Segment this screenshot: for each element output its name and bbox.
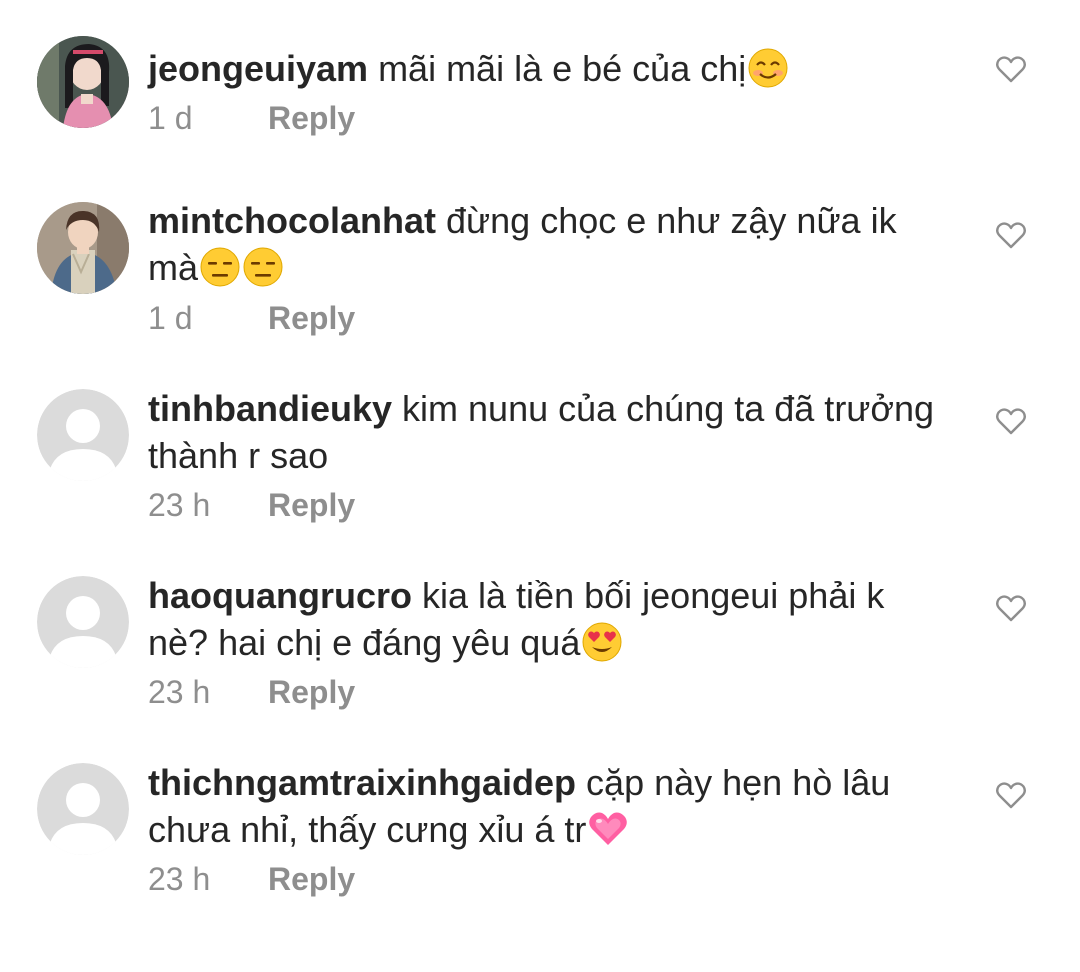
reply-button[interactable]: Reply [268,100,355,136]
comment-timestamp: 23 h [148,861,211,897]
pink-heart-emoji [589,812,628,845]
avatar[interactable] [37,202,129,294]
comment-username[interactable]: tinhbandieuky [148,388,392,429]
comment-text: thichngamtraixinhgaidep cặp này hẹn hò lâ… [148,759,948,853]
comment-text: mintchocolanhat đừng chọc e như zậy nữa i… [148,197,948,291]
comment-text: tinhbandieuky kim nunu của chúng ta đã tr… [148,385,948,479]
comment-username[interactable]: mintchocolanhat [148,200,436,241]
comment-meta: 1 d Reply [148,298,355,338]
default-user-icon[interactable] [37,763,129,855]
comment-meta: 1 d Reply [148,98,355,138]
heart-outline-icon[interactable] [995,593,1027,623]
comment-timestamp: 1 d [148,100,193,136]
comment-timestamp: 23 h [148,674,211,710]
reply-button[interactable]: Reply [268,861,355,897]
heart-eyes-emoji [582,622,622,662]
comment-meta: 23 h Reply [148,672,355,712]
comment-text: haoquangrucro kia là tiền bối jeongeui ph… [148,572,948,666]
heart-outline-icon[interactable] [995,780,1027,810]
heart-outline-icon[interactable] [995,220,1027,250]
avatar[interactable] [37,36,129,128]
comment-username[interactable]: haoquangrucro [148,575,412,616]
comment-timestamp: 1 d [148,300,193,336]
default-user-icon[interactable] [37,576,129,668]
comment-meta: 23 h Reply [148,485,355,525]
reply-button[interactable]: Reply [268,300,355,336]
comment-timestamp: 23 h [148,487,211,523]
comment-text: jeongeuiyam mãi mãi là e bé của chị [148,45,948,92]
heart-outline-icon[interactable] [995,54,1027,84]
expressionless-face-emoji [200,247,240,287]
reply-button[interactable]: Reply [268,674,355,710]
smiling-blush-emoji [748,48,788,88]
comment-username[interactable]: jeongeuiyam [148,48,368,89]
reply-button[interactable]: Reply [268,487,355,523]
comment-body: mãi mãi là e bé của chị [378,48,747,89]
expressionless-face-emoji [243,247,283,287]
comment-meta: 23 h Reply [148,859,355,899]
default-user-icon[interactable] [37,389,129,481]
comment-username[interactable]: thichngamtraixinhgaidep [148,762,576,803]
heart-outline-icon[interactable] [995,406,1027,436]
